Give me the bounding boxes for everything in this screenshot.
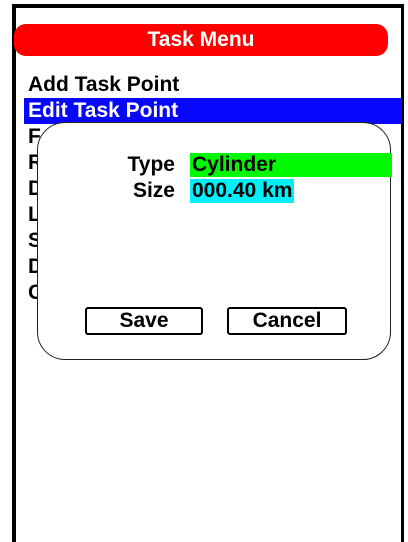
type-value[interactable]: Cylinder	[190, 153, 392, 177]
menu-item-edit-task-point[interactable]: Edit Task Point	[24, 98, 402, 124]
menu-item-add-task-point[interactable]: Add Task Point	[24, 72, 402, 98]
size-value[interactable]: 000.40 km	[190, 179, 295, 203]
type-label: Type	[127, 153, 175, 176]
task-point-dialog: Type Cylinder Size 000.40 km Save Cancel	[37, 122, 392, 360]
size-label: Size	[132, 179, 175, 202]
cancel-button[interactable]: Cancel	[227, 307, 347, 335]
task-menu-title: Task Menu	[14, 24, 388, 56]
save-button[interactable]: Save	[85, 307, 203, 335]
